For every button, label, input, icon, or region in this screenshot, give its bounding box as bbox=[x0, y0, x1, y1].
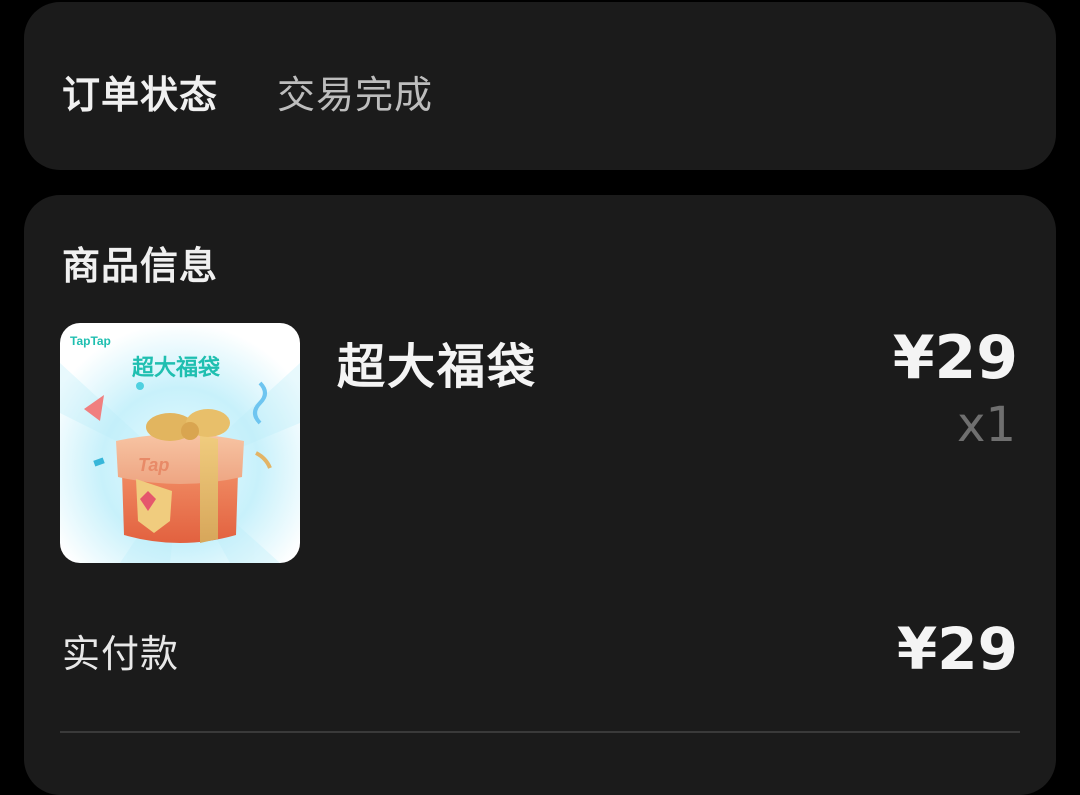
thumbnail-brand-text: TapTap bbox=[70, 334, 111, 348]
divider bbox=[60, 731, 1020, 733]
order-status-value: 交易完成 bbox=[277, 73, 434, 117]
paid-amount-value: ¥29 bbox=[896, 615, 1018, 683]
paid-amount-label: 实付款 bbox=[62, 632, 180, 676]
order-status-label: 订单状态 bbox=[62, 73, 219, 117]
thumbnail-title-text: 超大福袋 bbox=[132, 355, 221, 381]
thumbnail-box-text: Tap bbox=[138, 455, 169, 475]
goods-info-title: 商品信息 bbox=[62, 244, 219, 288]
gift-box-image: TapTap 超大福袋 Tap bbox=[60, 323, 300, 563]
product-quantity: x1 bbox=[957, 397, 1016, 453]
order-status-card: 订单状态 交易完成 bbox=[24, 2, 1056, 170]
goods-info-card: 商品信息 TapTap 超大福袋 Tap 超大福袋 ¥29 x1 实付款 ¥29 bbox=[24, 195, 1056, 795]
product-name[interactable]: 超大福袋 bbox=[337, 327, 537, 397]
product-price: ¥29 bbox=[892, 323, 1018, 393]
product-thumbnail[interactable]: TapTap 超大福袋 Tap bbox=[60, 323, 300, 563]
